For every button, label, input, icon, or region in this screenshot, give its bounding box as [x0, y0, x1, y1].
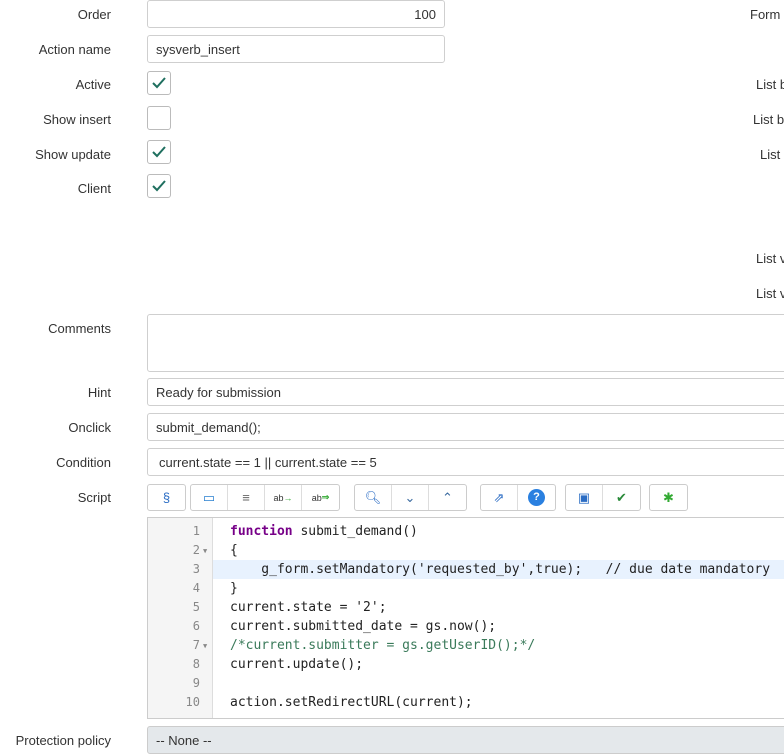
chevron-down-icon[interactable]: ⌄: [392, 485, 429, 510]
chevron-up-icon[interactable]: ⌃: [429, 485, 466, 510]
right-label-list-1: List b: [756, 77, 784, 92]
code-line: current.update();: [230, 657, 364, 672]
onclick-input[interactable]: submit_demand();: [147, 413, 784, 441]
save-icon[interactable]: ▣: [566, 485, 603, 510]
show-insert-checkbox[interactable]: [147, 106, 171, 130]
replace-all-icon[interactable]: ab ⇒: [302, 485, 339, 510]
check-icon: [152, 77, 166, 89]
toolbar-group-5: ▣ ✔: [565, 484, 641, 511]
script-label: Script: [77, 490, 111, 505]
toolbar-group-3: 🔍︎ ⌄ ⌃: [354, 484, 467, 511]
code-line: current.state = '2';: [230, 600, 387, 615]
code-line: /*current.submitter = gs.getUserID();*/: [230, 638, 536, 653]
toolbar-group-4: ⇗ ?: [480, 484, 556, 511]
hint-input[interactable]: Ready for submission: [147, 378, 784, 406]
comment-icon[interactable]: ▭: [191, 485, 228, 510]
code-line: action.setRedirectURL(current);: [230, 695, 473, 710]
right-label-list-5: List v: [756, 286, 784, 301]
code-line: }: [230, 581, 238, 596]
check-icon: [152, 180, 166, 192]
client-checkbox[interactable]: [147, 174, 171, 198]
action-name-input[interactable]: sysverb_insert: [147, 35, 445, 63]
active-label: Active: [75, 77, 111, 92]
fold-arrow-icon[interactable]: ▼: [203, 547, 207, 555]
fullscreen-icon[interactable]: ⇗: [481, 485, 518, 510]
script-editor[interactable]: 1 function submit_demand() 2 ▼{3 g_form.set…: [147, 517, 784, 719]
code-line: function submit_demand(): [230, 524, 418, 539]
code-line: current.submitted_date = gs.now();: [230, 619, 497, 634]
line-number: 9: [192, 676, 200, 690]
line-number: 8: [192, 657, 200, 671]
line-number: 3: [192, 562, 200, 576]
order-label: Order: [77, 7, 111, 22]
show-update-label: Show update: [35, 147, 111, 162]
toolbar-group-1: §: [147, 484, 186, 511]
onclick-label: Onclick: [68, 420, 111, 435]
toolbar-group-6: ✱: [649, 484, 688, 511]
line-number: 7: [192, 638, 200, 652]
line-number: 2: [192, 543, 200, 557]
right-label-list-2: List b: [753, 112, 784, 127]
format-code-icon[interactable]: §: [148, 485, 185, 510]
protection-policy-label: Protection policy: [15, 733, 111, 748]
show-update-checkbox[interactable]: [147, 140, 171, 164]
line-number: 4: [192, 581, 200, 595]
debug-icon[interactable]: ✱: [650, 485, 687, 510]
condition-input[interactable]: current.state == 1 || current.state == 5: [147, 448, 784, 476]
align-icon[interactable]: ≡: [228, 485, 265, 510]
line-number: 5: [192, 600, 200, 614]
check-icon: [152, 146, 166, 158]
protection-policy-select[interactable]: -- None --: [147, 726, 784, 754]
hint-label: Hint: [87, 385, 111, 400]
fold-arrow-icon[interactable]: ▼: [203, 642, 207, 650]
replace-icon[interactable]: ab →: [265, 485, 302, 510]
action-name-label: Action name: [38, 42, 111, 57]
search-icon[interactable]: 🔍︎: [355, 485, 392, 510]
code-line: g_form.setMandatory('requested_by',true)…: [230, 562, 771, 577]
comments-textarea[interactable]: [147, 314, 784, 372]
order-input[interactable]: 100: [147, 0, 445, 28]
code-line: {: [230, 543, 238, 558]
check-syntax-icon[interactable]: ✔: [603, 485, 640, 510]
line-number: 10: [185, 695, 200, 709]
show-insert-label: Show insert: [43, 112, 111, 127]
client-label: Client: [77, 181, 111, 196]
active-checkbox[interactable]: [147, 71, 171, 95]
line-number: 6: [192, 619, 200, 633]
line-number: 1: [192, 524, 200, 538]
help-icon[interactable]: ?: [518, 485, 555, 510]
comments-label: Comments: [48, 321, 111, 336]
right-label-form: Form: [750, 7, 781, 22]
right-label-list-3: List: [760, 147, 781, 162]
toolbar-group-2: ▭ ≡ ab → ab ⇒: [190, 484, 340, 511]
right-label-list-4: List v: [756, 251, 784, 266]
condition-label: Condition: [56, 455, 111, 470]
